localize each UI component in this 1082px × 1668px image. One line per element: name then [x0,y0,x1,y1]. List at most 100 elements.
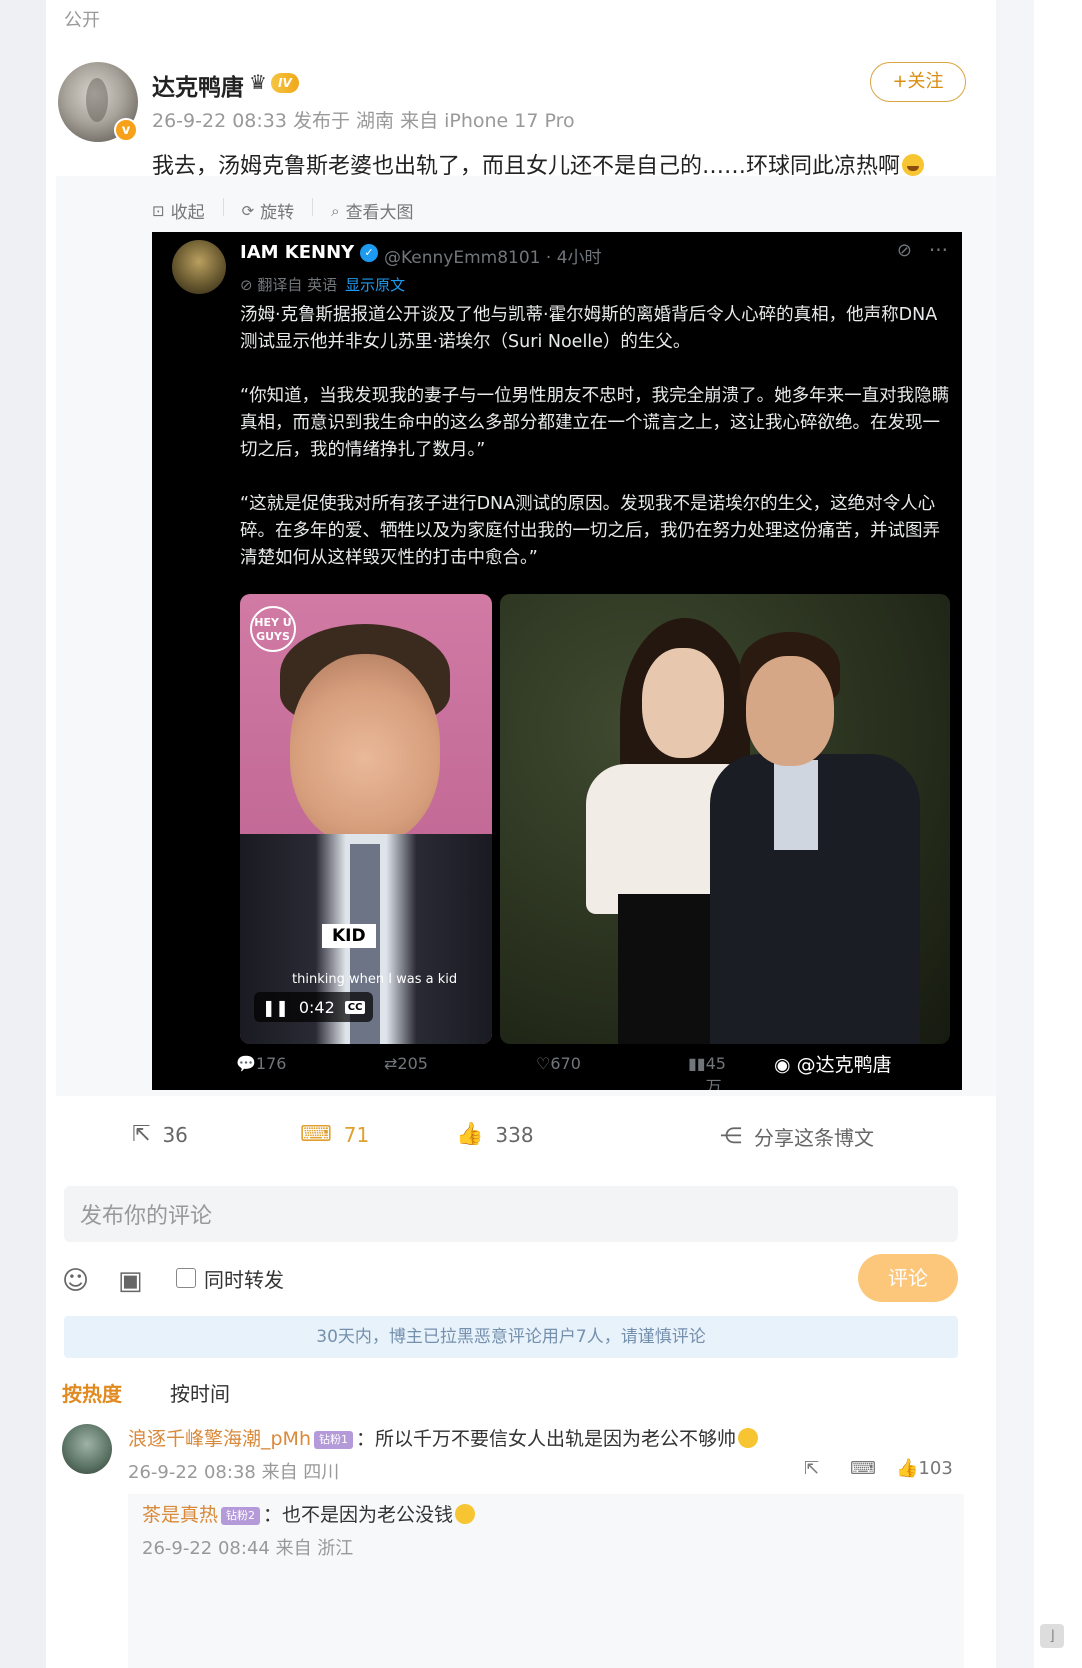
comment-text: ：所以千万不要信女人出轨是因为老公不够帅 [356,1428,737,1450]
comment-meta: 26-9-22 08:38 来自 四川 [128,1462,340,1483]
collapse-label: 收起 [170,203,205,223]
tweet-retweets: ⇄ 205 [384,1054,428,1073]
comment-line: 浪逐千峰擎海潮_pMh 钻粉1 ：所以千万不要信女人出轨是因为老公不够帅 [128,1424,759,1451]
tweet-replies: 💬 176 [236,1054,287,1073]
video-subtitle: thinking when I was a kid [292,972,458,987]
post-action-bar: ⇱ 36 ⌨ 71 👍 338 ⋲ 分享这条博文 [56,1122,996,1172]
share-icon: ⇱ [132,1122,151,1147]
view-large-button[interactable]: ⌕ 查看大图 [331,198,414,224]
follow-button[interactable]: +关注 [870,62,966,102]
tweet-verified-icon: ✓ [360,244,378,262]
comment-input[interactable]: 发布你的评论 [64,1186,958,1242]
show-original: 显示原文 [345,276,406,294]
comment-share-icon[interactable]: ⇱ [804,1458,819,1479]
comment-button[interactable]: ⌨ 71 [300,1122,369,1147]
tweet-body: 汤姆·克鲁斯据报道公开谈及了他与凯蒂·霍尔姆斯的离婚背后令人心碎的真相，他声称D… [240,302,950,599]
blacklist-notice: 30天内，博主已拉黑恶意评论用户7人，请谨慎评论 [64,1316,958,1358]
cc-icon: CC [344,1000,366,1014]
view-large-label: 查看大图 [345,203,414,223]
video-thumbnail: HEY U GUYS KID thinking when I was a kid… [240,594,492,1044]
post-meta: 26-9-22 08:33 发布于 湖南 来自 iPhone 17 Pro [152,110,575,132]
weibo-logo-icon: ◉ [774,1054,797,1076]
grok-icon: ⊘ [896,240,912,261]
reply-meta: 26-9-22 08:44 来自 浙江 [142,1538,354,1559]
crown-icon: ♛ [249,70,267,94]
media-toolbar: ⊡ 收起 ⟳ 旋转 ⌕ 查看大图 [152,198,432,223]
image-icon[interactable]: ▣ [118,1266,143,1296]
tweet-likes: ♡ 670 [536,1054,581,1073]
face-shape [290,654,440,844]
channel-logo: HEY U GUYS [250,606,296,652]
sort-by-hot-tab[interactable]: 按热度 [62,1378,122,1407]
tweet-paragraph: 汤姆·克鲁斯据报道公开谈及了他与凯蒂·霍尔姆斯的离婚背后令人心碎的真相，他声称D… [240,305,938,352]
repost-checkbox[interactable] [176,1268,196,1288]
verified-icon: v [114,118,138,142]
level-badge: IV [271,73,299,93]
caption-word: KID [322,924,376,948]
repost-button[interactable]: ⇱ 36 [132,1122,188,1147]
tweet-paragraph: “你知道，当我发现我的妻子与一位男性朋友不忠时，我完全崩溃了。她多年来一直对我隐… [240,386,950,460]
commenter-avatar[interactable] [62,1424,112,1474]
comment-icon: ⌨ [300,1122,332,1147]
comment-like-button[interactable]: 👍 103 [896,1458,953,1479]
rotate-icon: ⟳ [241,201,255,220]
share-nodes-icon: ⋲ [720,1124,742,1149]
view-count: 45万 [705,1054,726,1090]
tweet-paragraph: “这就是促使我对所有孩子进行DNA测试的原因。发现我不是诺埃尔的生父，这绝对令人… [240,494,940,568]
tweet-translate-line: ⊘ 翻译自 英语 显示原文 [240,274,405,295]
watermark-text: @达克鸭唐 [796,1054,892,1076]
tweet-handle: @KennyEmm8101 · 4小时 [384,248,602,268]
reply-line: 茶是真热 钻粉2 ：也不是因为老公没钱 [142,1500,476,1527]
tweet-views: ▮▮ 45万 [688,1054,726,1090]
like-count: 670 [550,1054,581,1073]
weibo-watermark: ◉ @达克鸭唐 [774,1050,892,1077]
share-post-label: 分享这条博文 [754,1126,874,1150]
couple-photo [500,594,950,1044]
divider [312,198,314,216]
divider [222,198,224,216]
rotate-button[interactable]: ⟳ 旋转 [241,198,295,224]
pause-icon: ❚❚ [262,997,289,1017]
share-post-button[interactable]: ⋲ 分享这条博文 [720,1122,874,1151]
rotate-label: 旋转 [260,203,295,223]
tweet-author-name: IAM KENNY [240,242,355,263]
more-icon: ··· [928,238,948,262]
scroll-track[interactable] [1034,0,1082,1668]
tweet-screenshot-image[interactable]: IAM KENNY ✓ @KennyEmm8101 · 4小时 ⊘ ··· ⊘ … [152,232,962,1090]
tweet-avatar [172,240,226,294]
fan-badge: 钻粉2 [221,1507,261,1525]
repost-label: 同时转发 [204,1268,284,1292]
video-time: 0:42 [298,997,335,1017]
magnify-icon: ⌕ [331,201,340,220]
comment-count: 71 [343,1122,370,1147]
collapse-icon: ⊡ [152,201,165,220]
scroll-handle-icon[interactable]: ⌋ [1040,1624,1064,1648]
video-player-controls: ❚❚ 0:42 CC [254,992,374,1022]
sort-by-time-tab[interactable]: 按时间 [170,1378,230,1407]
face-shape [642,648,724,758]
face-shape [746,656,834,766]
right-margin [996,0,1082,1668]
commenter-name[interactable]: 浪逐千峰擎海潮_pMh [128,1428,311,1450]
reply-count: 176 [255,1054,287,1073]
like-count: 338 [495,1122,534,1147]
comment-reply-icon[interactable]: ⌨ [850,1458,876,1479]
translated-from: 翻译自 英语 [257,276,338,294]
reply-text: ：也不是因为老公没钱 [263,1504,454,1526]
emoji-icon[interactable]: ☺ [62,1266,89,1296]
visibility-label: 公开 [64,10,100,31]
laugh-emoji-icon [455,1504,476,1524]
shirt-shape [774,760,818,850]
smile-emoji-icon [738,1428,759,1448]
author-name[interactable]: 达克鸭唐 [152,68,244,102]
comment-like-count: 103 [918,1458,953,1479]
replier-name[interactable]: 茶是真热 [142,1504,218,1526]
thumbs-up-icon: 👍 [456,1122,484,1147]
laugh-emoji-icon [902,154,925,176]
submit-comment-button[interactable]: 评论 [858,1254,958,1302]
like-button[interactable]: 👍 338 [456,1122,534,1147]
repost-count: 36 [162,1122,188,1147]
retweet-count: 205 [397,1054,428,1073]
collapse-button[interactable]: ⊡ 收起 [152,198,205,224]
translate-icon: ⊘ [240,276,258,294]
